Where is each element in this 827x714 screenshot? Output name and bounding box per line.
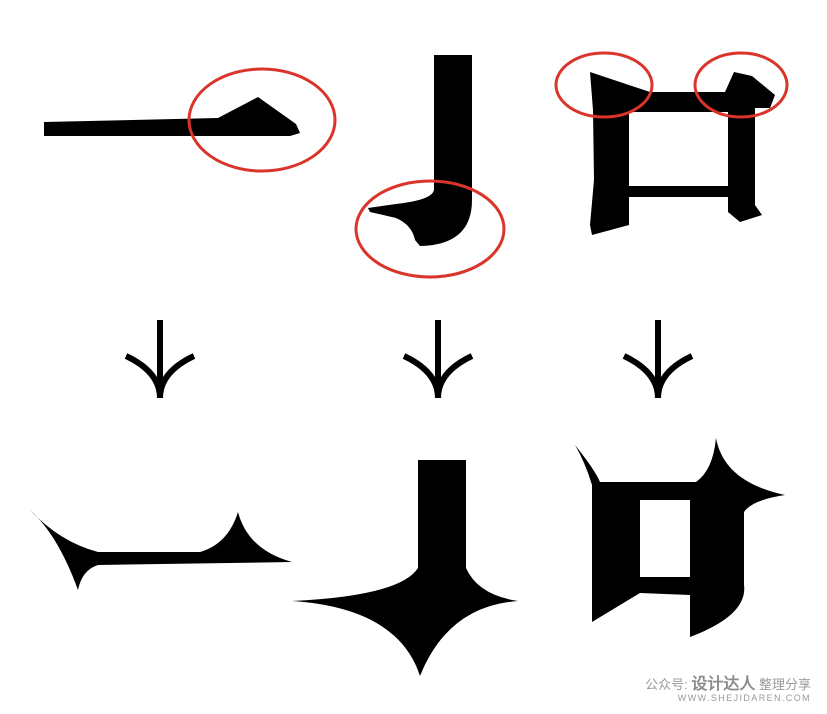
watermark-prefix: 公众号:: [645, 677, 688, 692]
mouth-glyph-redesigned: [575, 438, 785, 637]
down-arrow-icon: [124, 320, 196, 399]
mouth-glyph-original: [554, 51, 789, 235]
watermark-domain: WWW.SHEJIDAREN.COM: [677, 693, 811, 703]
down-arrow-icon: [402, 320, 474, 399]
comparison-canvas: 公众号: 设计达人 整理分享 WWW.SHEJIDAREN.COM: [0, 0, 827, 714]
hook-stroke-redesigned: [292, 460, 518, 676]
horizontal-stroke-redesigned: [30, 510, 292, 590]
hook-stroke-original: [354, 55, 506, 279]
watermark-suffix: 整理分享: [758, 677, 811, 692]
horizontal-stroke-original: [44, 67, 337, 173]
glyph-comparison-figure: [30, 51, 789, 676]
watermark-brand: 设计达人: [691, 674, 756, 693]
down-arrow-icon: [622, 320, 694, 399]
watermark: 公众号: 设计达人 整理分享 WWW.SHEJIDAREN.COM: [645, 676, 811, 704]
